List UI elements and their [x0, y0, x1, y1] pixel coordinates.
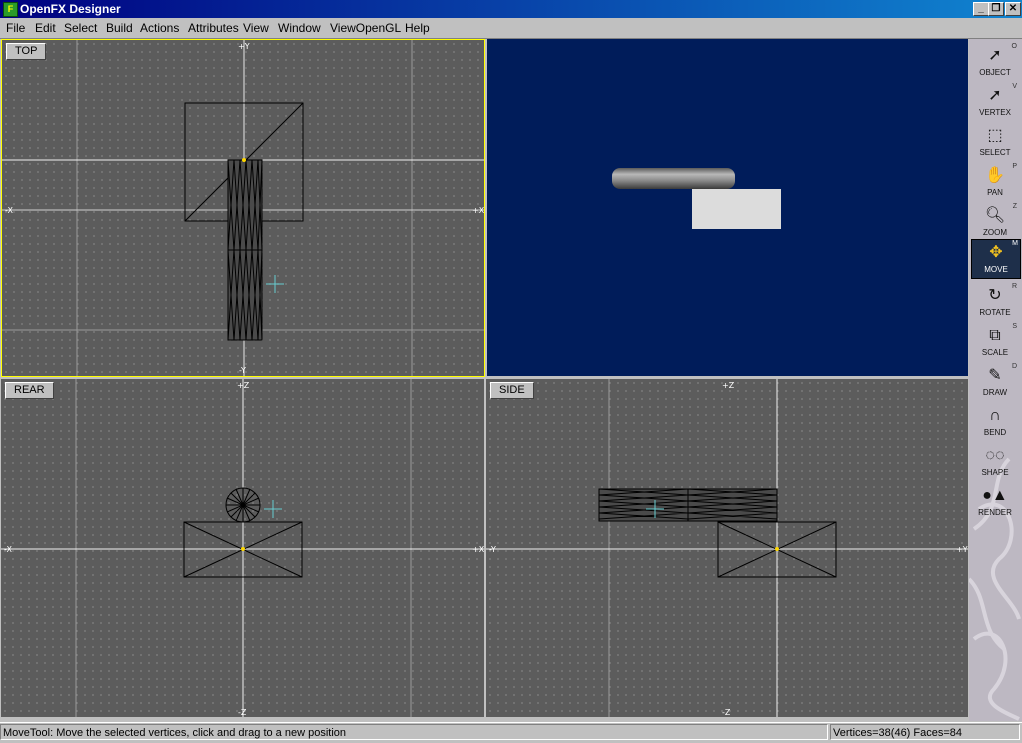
- move-arrows-icon: ✥: [989, 244, 1003, 261]
- top-axis-left: -X: [5, 206, 13, 215]
- status-bar: MoveTool: Move the selected vertices, cl…: [0, 722, 1022, 743]
- perspective-viewport[interactable]: [487, 39, 968, 376]
- top-axis-top: +Y: [238, 42, 250, 51]
- rear-axis-top: +Z: [237, 381, 250, 390]
- pen-icon: ✎: [988, 367, 1002, 384]
- menu-attributes[interactable]: Attributes: [188, 21, 239, 35]
- top-axis-bottom: -Y: [239, 366, 246, 375]
- menu-file[interactable]: File: [6, 21, 25, 35]
- cursor-crosshair: [266, 275, 284, 293]
- select-box-icon: ⬚: [987, 127, 1003, 144]
- rear-viewport[interactable]: +Z -Z -X +X REAR: [1, 379, 484, 717]
- tool-select[interactable]: ⬚ SELECT: [971, 123, 1019, 161]
- status-counts: Vertices=38(46) Faces=84: [830, 724, 1020, 740]
- scale-icon: ⧉: [989, 327, 1001, 344]
- menu-viewopengl[interactable]: ViewOpenGL: [330, 21, 401, 35]
- close-button[interactable]: ✕: [1005, 2, 1021, 16]
- menu-select[interactable]: Select: [64, 21, 97, 35]
- tool-palette: O ➚ OBJECT V ➚ VERTEX ⬚ SELECT P ✋ PAN Z…: [969, 39, 1022, 721]
- magnet-icon: ∩: [989, 407, 1001, 424]
- top-cylinder-mesh: [227, 159, 263, 341]
- tool-draw[interactable]: D ✎ DRAW: [971, 363, 1019, 401]
- top-viewport[interactable]: +Y -Y -X +X TOP: [1, 39, 485, 377]
- rendered-box: [692, 189, 781, 229]
- openfx-app-icon[interactable]: F: [3, 2, 18, 17]
- menu-edit[interactable]: Edit: [35, 21, 56, 35]
- rear-viewport-canvas[interactable]: +Z -Z -X +X: [1, 379, 484, 717]
- status-message: MoveTool: Move the selected vertices, cl…: [0, 724, 828, 740]
- restore-button[interactable]: ❐: [988, 2, 1004, 16]
- side-viewport[interactable]: +Z -Z -Y +Y SIDE: [486, 379, 968, 717]
- shapes-icon: ◌◌: [985, 447, 1005, 464]
- rendered-cylinder: [612, 168, 735, 189]
- tool-shape[interactable]: ◌◌ SHAPE: [971, 443, 1019, 481]
- side-view-button[interactable]: SIDE: [490, 382, 534, 399]
- side-cylinder-mesh: [598, 488, 778, 522]
- tool-render[interactable]: ●▲ RENDER: [971, 483, 1019, 521]
- tool-bend[interactable]: ∩ BEND: [971, 403, 1019, 441]
- rear-axis-right: +X: [472, 545, 484, 554]
- render-icon: ●▲: [982, 487, 1008, 504]
- tool-rotate[interactable]: R ↻ ROTATE: [971, 283, 1019, 321]
- top-viewport-canvas[interactable]: +Y -Y -X +X: [2, 40, 484, 376]
- side-axis-left: -Y: [489, 545, 496, 554]
- menu-window[interactable]: Window: [278, 21, 321, 35]
- pointer-icon: ➚: [988, 47, 1002, 64]
- magnifier-icon: 🔍︎: [984, 207, 1006, 224]
- top-view-button[interactable]: TOP: [6, 43, 47, 60]
- tool-object[interactable]: O ➚ OBJECT: [971, 43, 1019, 81]
- vertex-pointer-icon: ➚: [988, 87, 1002, 104]
- menu-help[interactable]: Help: [405, 21, 430, 35]
- minimize-button[interactable]: _: [973, 2, 989, 16]
- tool-scale[interactable]: S ⧉ SCALE: [971, 323, 1019, 361]
- tool-move[interactable]: M ✥ MOVE: [971, 239, 1021, 279]
- rear-cylinder-disc: [225, 487, 261, 523]
- tool-pan[interactable]: P ✋ PAN: [971, 163, 1019, 201]
- menu-bar: File Edit Select Build Actions Attribute…: [0, 18, 1022, 39]
- tool-zoom[interactable]: Z 🔍︎ ZOOM: [971, 203, 1019, 241]
- menu-view[interactable]: View: [243, 21, 269, 35]
- menu-actions[interactable]: Actions: [140, 21, 179, 35]
- side-viewport-canvas[interactable]: +Z -Z -Y +Y: [486, 379, 968, 717]
- menu-build[interactable]: Build: [106, 21, 133, 35]
- side-axis-bottom: -Z: [722, 708, 731, 717]
- window-title: OpenFX Designer: [20, 2, 121, 16]
- title-bar[interactable]: F OpenFX Designer _ ❐ ✕: [0, 0, 1022, 18]
- rear-axis-left: -X: [4, 545, 12, 554]
- side-axis-right: +Y: [956, 545, 968, 554]
- rear-view-button[interactable]: REAR: [5, 382, 54, 399]
- rotate-icon: ↻: [988, 287, 1002, 304]
- tool-vertex[interactable]: V ➚ VERTEX: [971, 83, 1019, 121]
- top-axis-right: +X: [472, 206, 484, 215]
- side-axis-top: +Z: [722, 381, 735, 390]
- rear-axis-bottom: -Z: [238, 708, 247, 717]
- hand-icon: ✋: [985, 167, 1005, 184]
